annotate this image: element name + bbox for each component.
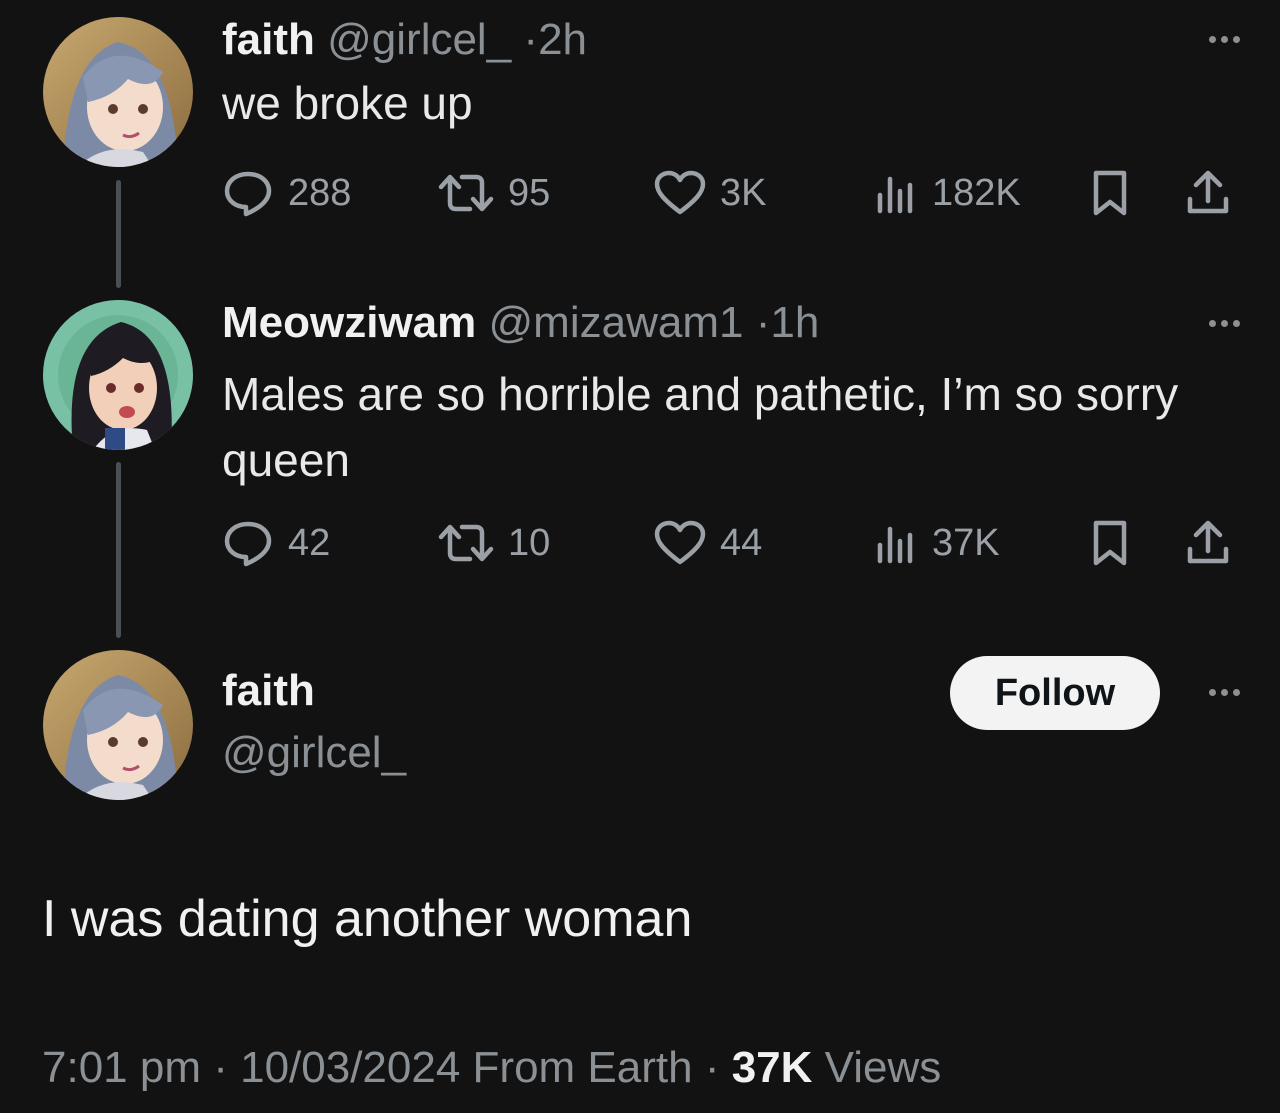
follow-button[interactable]: Follow xyxy=(950,656,1160,730)
meta-source: From Earth xyxy=(460,1043,693,1092)
timestamp[interactable]: 2h xyxy=(538,15,587,64)
reply-count: 288 xyxy=(288,171,352,214)
views-button[interactable]: 182K xyxy=(874,163,1021,223)
reply-count: 42 xyxy=(288,521,331,564)
handle[interactable]: @girlcel_ xyxy=(327,15,511,64)
share-icon xyxy=(1187,170,1229,214)
separator: · xyxy=(755,298,771,347)
more-icon[interactable] xyxy=(1209,36,1240,43)
meta-separator: · xyxy=(200,1043,241,1092)
separator: · xyxy=(523,15,539,64)
reply-button[interactable]: 42 xyxy=(222,513,330,573)
tweet-1[interactable]: faith @girlcel_ ·2h we broke up xyxy=(222,14,1240,136)
share-button[interactable] xyxy=(1184,163,1232,223)
repost-button[interactable]: 10 xyxy=(438,513,550,573)
like-count: 3K xyxy=(720,171,767,214)
avatar-meowziwam[interactable] xyxy=(43,300,193,450)
share-icon xyxy=(1187,520,1229,564)
avatar-faith[interactable] xyxy=(43,17,193,167)
meta-separator: · xyxy=(692,1043,732,1092)
handle[interactable]: @mizawam1 xyxy=(489,298,744,347)
views-button[interactable]: 37K xyxy=(874,513,1000,573)
like-button[interactable]: 44 xyxy=(654,513,762,573)
like-button[interactable]: 3K xyxy=(654,163,766,223)
tweet-text: Males are so horrible and pathetic, I’m … xyxy=(222,368,1179,486)
meta-views-count[interactable]: 37K xyxy=(732,1043,813,1092)
thread-line xyxy=(116,462,121,638)
display-name[interactable]: Meowziwam xyxy=(222,298,476,347)
tweet-header: faith @girlcel_ ·2h xyxy=(222,14,1240,66)
handle[interactable]: @girlcel_ xyxy=(222,727,1240,779)
reply-button[interactable]: 288 xyxy=(222,163,351,223)
bookmark-icon xyxy=(1093,170,1127,216)
reply-icon xyxy=(224,521,272,567)
like-count: 44 xyxy=(720,521,763,564)
repost-button[interactable]: 95 xyxy=(438,163,550,223)
bookmark-button[interactable] xyxy=(1090,513,1130,573)
action-bar: 42 10 44 37K xyxy=(222,513,1240,573)
tweet-text: we broke up xyxy=(222,77,473,129)
views-count: 182K xyxy=(932,171,1021,214)
repost-count: 95 xyxy=(508,171,551,214)
action-bar: 288 95 3K 182K xyxy=(222,163,1240,223)
like-icon xyxy=(654,520,706,565)
main-tweet-text: I was dating another woman xyxy=(42,890,693,948)
views-count: 37K xyxy=(932,521,1000,564)
repost-count: 10 xyxy=(508,521,551,564)
reply-icon xyxy=(224,171,272,217)
thread-line xyxy=(116,180,121,288)
avatar-faith-main[interactable] xyxy=(43,650,193,800)
display-name[interactable]: faith xyxy=(222,15,315,64)
meta-views-label: Views xyxy=(812,1043,942,1092)
like-icon xyxy=(654,170,706,215)
meta-time[interactable]: 7:01 pm xyxy=(42,1043,201,1092)
bookmark-icon xyxy=(1093,520,1127,566)
meta-date[interactable]: 10/03/2024 xyxy=(240,1043,460,1092)
more-icon[interactable] xyxy=(1209,689,1240,696)
share-button[interactable] xyxy=(1184,513,1232,573)
more-icon[interactable] xyxy=(1209,320,1240,327)
bookmark-button[interactable] xyxy=(1090,163,1130,223)
views-icon xyxy=(877,176,913,214)
repost-icon xyxy=(438,524,494,562)
tweet-header: Meowziwam @mizawam1 ·1h xyxy=(222,297,1240,349)
tweet-meta: 7:01 pm · 10/03/2024 From Earth · 37K Vi… xyxy=(42,1040,941,1096)
display-name-text: faith xyxy=(222,666,315,715)
repost-icon xyxy=(438,174,494,212)
tweet-2[interactable]: Meowziwam @mizawam1 ·1h Males are so hor… xyxy=(222,297,1240,493)
views-icon xyxy=(877,526,913,564)
timestamp[interactable]: 1h xyxy=(770,298,819,347)
